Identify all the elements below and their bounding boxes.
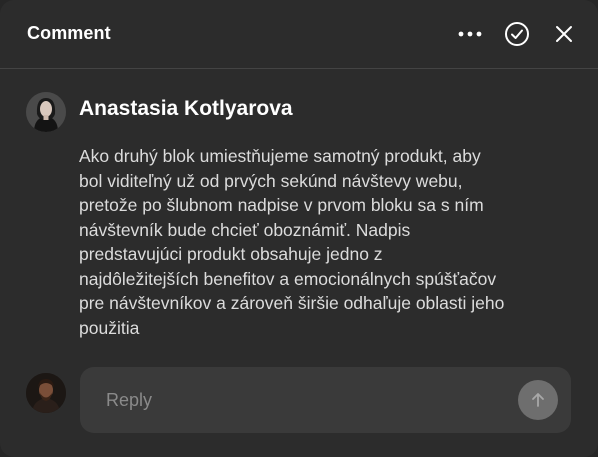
comment-body: Ako druhý blok umiestňujeme samotný prod… — [79, 144, 569, 340]
avatar-photo-icon — [26, 373, 66, 413]
comment-line: bol viditeľný už od prvých sekúnd návšte… — [79, 170, 463, 191]
reply-input[interactable] — [106, 387, 486, 413]
current-user-avatar[interactable] — [26, 373, 66, 413]
comment-author: Anastasia Kotlyarova — [79, 97, 293, 120]
more-options-button[interactable] — [456, 20, 484, 48]
comment-line: predstavujúci produkt obsahuje jedno z — [79, 244, 383, 264]
comment-line: použitia — [79, 317, 140, 338]
comment-line: pretože po šlubnom nadpise v prvom bloku… — [79, 195, 484, 215]
more-horizontal-icon — [458, 31, 482, 37]
arrow-up-icon — [532, 393, 544, 407]
comment-panel: Comment Anastasia Kotlyarova Ako druhý b… — [0, 0, 598, 457]
comment-line: pre návštevníkov a zároveň širšie odhaľu… — [79, 293, 505, 313]
reply-box — [80, 367, 571, 433]
send-reply-button[interactable] — [518, 380, 558, 420]
avatar-photo-icon — [26, 92, 66, 132]
comment-line: Ako druhý blok umiestňujeme samotný prod… — [79, 146, 481, 166]
resolve-button[interactable] — [503, 20, 531, 48]
panel-header: Comment — [0, 0, 598, 69]
comment-line: návštevník bude chcieť oboznámiť. Nadpis — [79, 219, 411, 240]
close-button[interactable] — [550, 20, 578, 48]
check-circle-icon — [505, 22, 529, 46]
author-avatar[interactable] — [26, 92, 66, 132]
panel-title: Comment — [27, 23, 111, 43]
close-icon — [556, 26, 572, 42]
comment-line: najdôležitejších benefitov a emocionálny… — [79, 268, 497, 289]
